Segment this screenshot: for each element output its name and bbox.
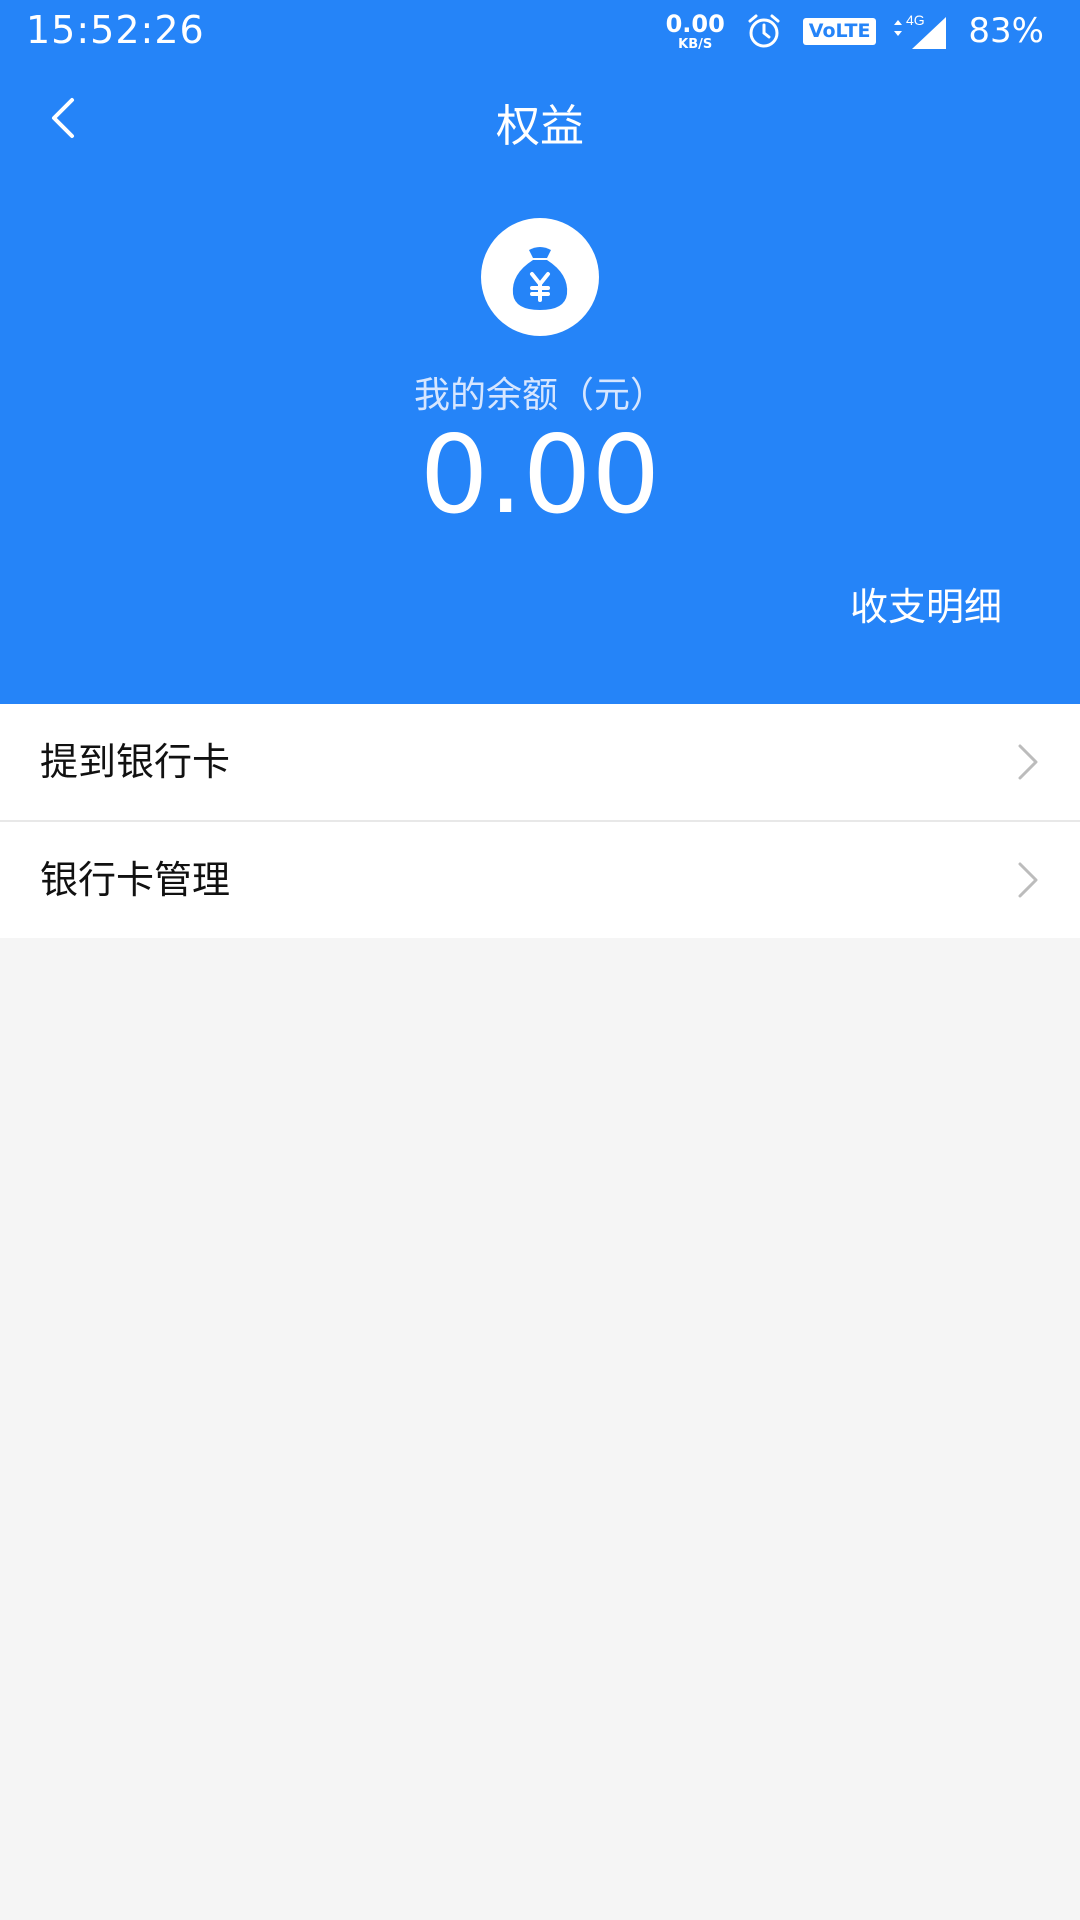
net-speed-value: 0.00: [665, 9, 725, 38]
status-bar: 15:52:26 0.00 KB/S VoLTE 4G 83%: [0, 0, 1080, 62]
chevron-right-icon: [1018, 744, 1038, 780]
battery-text: 83%: [968, 11, 1044, 51]
network-label: 4G: [906, 12, 925, 28]
balance-label: 我的余额（元）: [413, 375, 666, 416]
status-icons: 0.00 KB/S VoLTE 4G 83%: [666, 8, 1044, 54]
menu-item-label: 银行卡管理: [40, 858, 231, 902]
menu-item-label: 提到银行卡: [40, 740, 231, 784]
balance-amount: 0.00: [419, 413, 661, 538]
money-bag-icon: [481, 218, 599, 336]
signal-icon: 4G: [894, 12, 947, 49]
page-title: 权益: [496, 101, 584, 152]
alarm-icon: [748, 14, 780, 48]
menu-item-bank-card-management[interactable]: 银行卡管理: [0, 820, 1080, 938]
menu-item-withdraw-to-bank-card[interactable]: 提到银行卡: [0, 704, 1080, 820]
status-time: 15:52:26: [26, 8, 205, 52]
menu-list: 提到银行卡 银行卡管理: [0, 704, 1080, 938]
header: 15:52:26 0.00 KB/S VoLTE 4G 83% 权益 我的余额（…: [0, 0, 1080, 704]
net-speed-unit: KB/S: [678, 36, 713, 52]
net-speed: 0.00 KB/S: [666, 12, 725, 51]
volte-badge: VoLTE: [802, 17, 877, 45]
chevron-right-icon: [1018, 862, 1038, 898]
transaction-details-link[interactable]: 收支明细: [850, 576, 1002, 631]
